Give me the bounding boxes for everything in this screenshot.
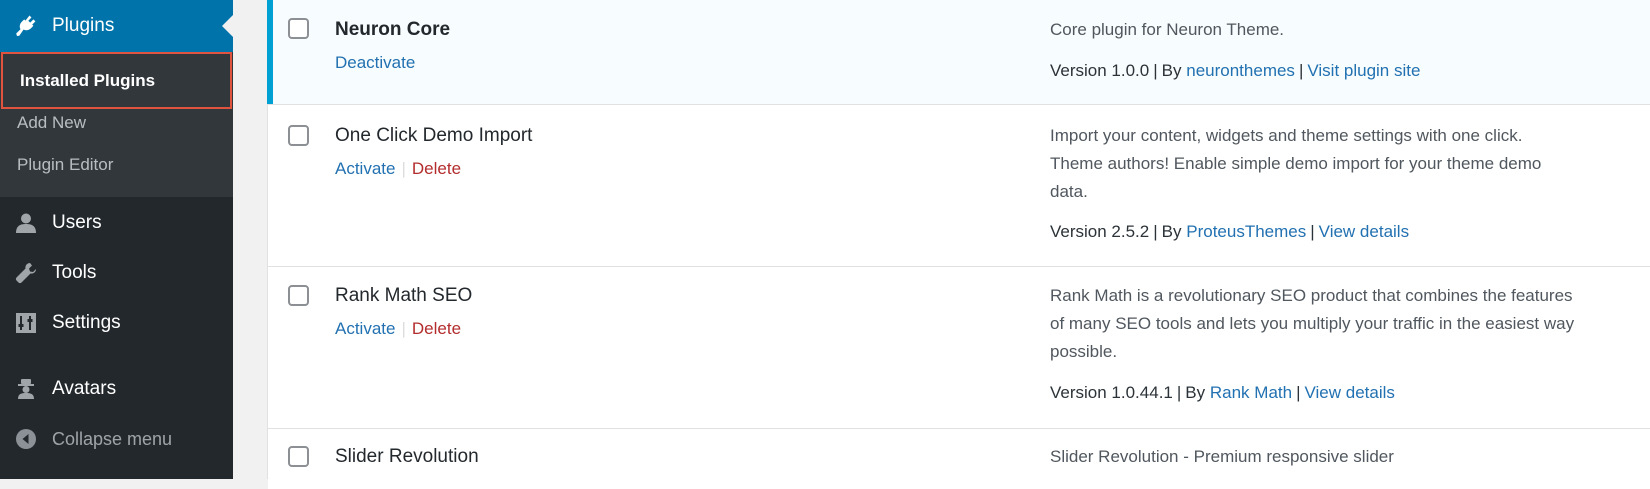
plugin-version: Version 1.0.0 bbox=[1050, 61, 1150, 80]
plugin-icon bbox=[13, 13, 39, 39]
current-menu-arrow bbox=[222, 15, 233, 37]
view-details-link[interactable]: View details bbox=[1319, 222, 1409, 241]
menu-settings[interactable]: Settings bbox=[0, 298, 233, 348]
menu-users-label: Users bbox=[52, 212, 102, 233]
submenu-add-new[interactable]: Add New bbox=[0, 103, 233, 143]
view-details-link[interactable]: View details bbox=[1305, 383, 1395, 402]
plugin-row-actions: Activate | Delete bbox=[335, 159, 462, 178]
admin-sidebar: Plugins Installed Plugins Add New Plugin… bbox=[0, 0, 233, 479]
plugin-row: Slider Revolution Slider Revolution - Pr… bbox=[268, 429, 1650, 489]
user-icon bbox=[13, 210, 39, 236]
plugin-description: Core plugin for Neuron Theme. bbox=[1050, 20, 1285, 39]
delete-link[interactable]: Delete bbox=[412, 319, 461, 338]
author-link[interactable]: Rank Math bbox=[1210, 383, 1292, 402]
plugin-select-checkbox[interactable] bbox=[288, 18, 309, 39]
by-label: By bbox=[1185, 383, 1206, 402]
menu-users[interactable]: Users bbox=[0, 198, 233, 248]
activate-link[interactable]: Activate bbox=[335, 319, 395, 338]
plugin-version: Version 2.5.2 bbox=[1050, 222, 1150, 241]
submenu-plugin-editor[interactable]: Plugin Editor bbox=[0, 145, 233, 185]
plugin-version: Version 1.0.44.1 bbox=[1050, 383, 1173, 402]
plugin-name: Slider Revolution bbox=[335, 446, 479, 467]
collapse-menu-label: Collapse menu bbox=[52, 428, 173, 449]
settings-sliders-icon bbox=[13, 310, 39, 336]
plugin-description: Rank Math is a revolutionary SEO product… bbox=[1050, 282, 1640, 366]
description-line: of many SEO tools and lets you multiply … bbox=[1050, 314, 1575, 333]
menu-plugins[interactable]: Plugins bbox=[0, 0, 233, 52]
delete-link[interactable]: Delete bbox=[412, 159, 461, 178]
activate-link[interactable]: Activate bbox=[335, 159, 395, 178]
menu-tools[interactable]: Tools bbox=[0, 248, 233, 298]
menu-avatars[interactable]: Avatars bbox=[0, 364, 233, 414]
plugin-description: Slider Revolution - Premium responsive s… bbox=[1050, 447, 1394, 466]
by-label: By bbox=[1161, 61, 1182, 80]
collapse-menu-button[interactable]: Collapse menu bbox=[0, 414, 233, 464]
active-plugin-indicator bbox=[267, 0, 273, 104]
plugin-row-actions: Deactivate bbox=[335, 53, 415, 73]
plugin-row: Neuron Core Deactivate Core plugin for N… bbox=[267, 0, 1650, 105]
plugin-description: Import your content, widgets and theme s… bbox=[1050, 122, 1640, 206]
avatar-icon bbox=[13, 376, 39, 402]
description-line: Theme authors! Enable simple demo import… bbox=[1050, 154, 1542, 173]
author-link[interactable]: neuronthemes bbox=[1186, 61, 1295, 80]
plugins-submenu: Installed Plugins Add New Plugin Editor bbox=[0, 52, 233, 197]
plugin-select-checkbox[interactable] bbox=[288, 285, 309, 306]
menu-plugins-label: Plugins bbox=[52, 15, 115, 36]
by-label: By bbox=[1161, 222, 1182, 241]
visit-plugin-site-link[interactable]: Visit plugin site bbox=[1307, 61, 1420, 80]
menu-settings-label: Settings bbox=[52, 312, 121, 333]
description-line: possible. bbox=[1050, 342, 1118, 361]
plugin-select-checkbox[interactable] bbox=[288, 125, 309, 146]
plugin-name: Rank Math SEO bbox=[335, 285, 473, 306]
collapse-arrow-icon bbox=[13, 426, 39, 452]
description-line: data. bbox=[1050, 182, 1088, 201]
plugin-select-checkbox[interactable] bbox=[288, 446, 309, 467]
deactivate-link[interactable]: Deactivate bbox=[335, 53, 415, 72]
plugin-meta: Version 1.0.0 | By neuronthemes | Visit plug… bbox=[1050, 61, 1421, 80]
plugin-meta: Version 2.5.2 | By ProteusThemes | View deta… bbox=[1050, 222, 1410, 241]
plugin-row: One Click Demo Import Activate | Delete Im… bbox=[268, 105, 1650, 267]
submenu-installed-plugins[interactable]: Installed Plugins bbox=[1, 52, 232, 109]
description-line: Import your content, widgets and theme s… bbox=[1050, 126, 1523, 145]
plugin-name: One Click Demo Import bbox=[335, 125, 533, 146]
menu-avatars-label: Avatars bbox=[52, 378, 117, 399]
plugin-row: Rank Math SEO Activate | Delete Rank Math … bbox=[268, 267, 1650, 429]
plugin-name: Neuron Core bbox=[335, 19, 451, 40]
plugin-row-actions: Activate | Delete bbox=[335, 319, 462, 338]
wrench-icon bbox=[13, 260, 39, 286]
plugins-table: Neuron Core Deactivate Core plugin for N… bbox=[267, 0, 1650, 489]
description-line: Rank Math is a revolutionary SEO product… bbox=[1050, 286, 1573, 305]
author-link[interactable]: ProteusThemes bbox=[1186, 222, 1306, 241]
menu-tools-label: Tools bbox=[52, 262, 97, 283]
plugin-meta: Version 1.0.44.1 | By Rank Math | View detai… bbox=[1050, 383, 1395, 402]
